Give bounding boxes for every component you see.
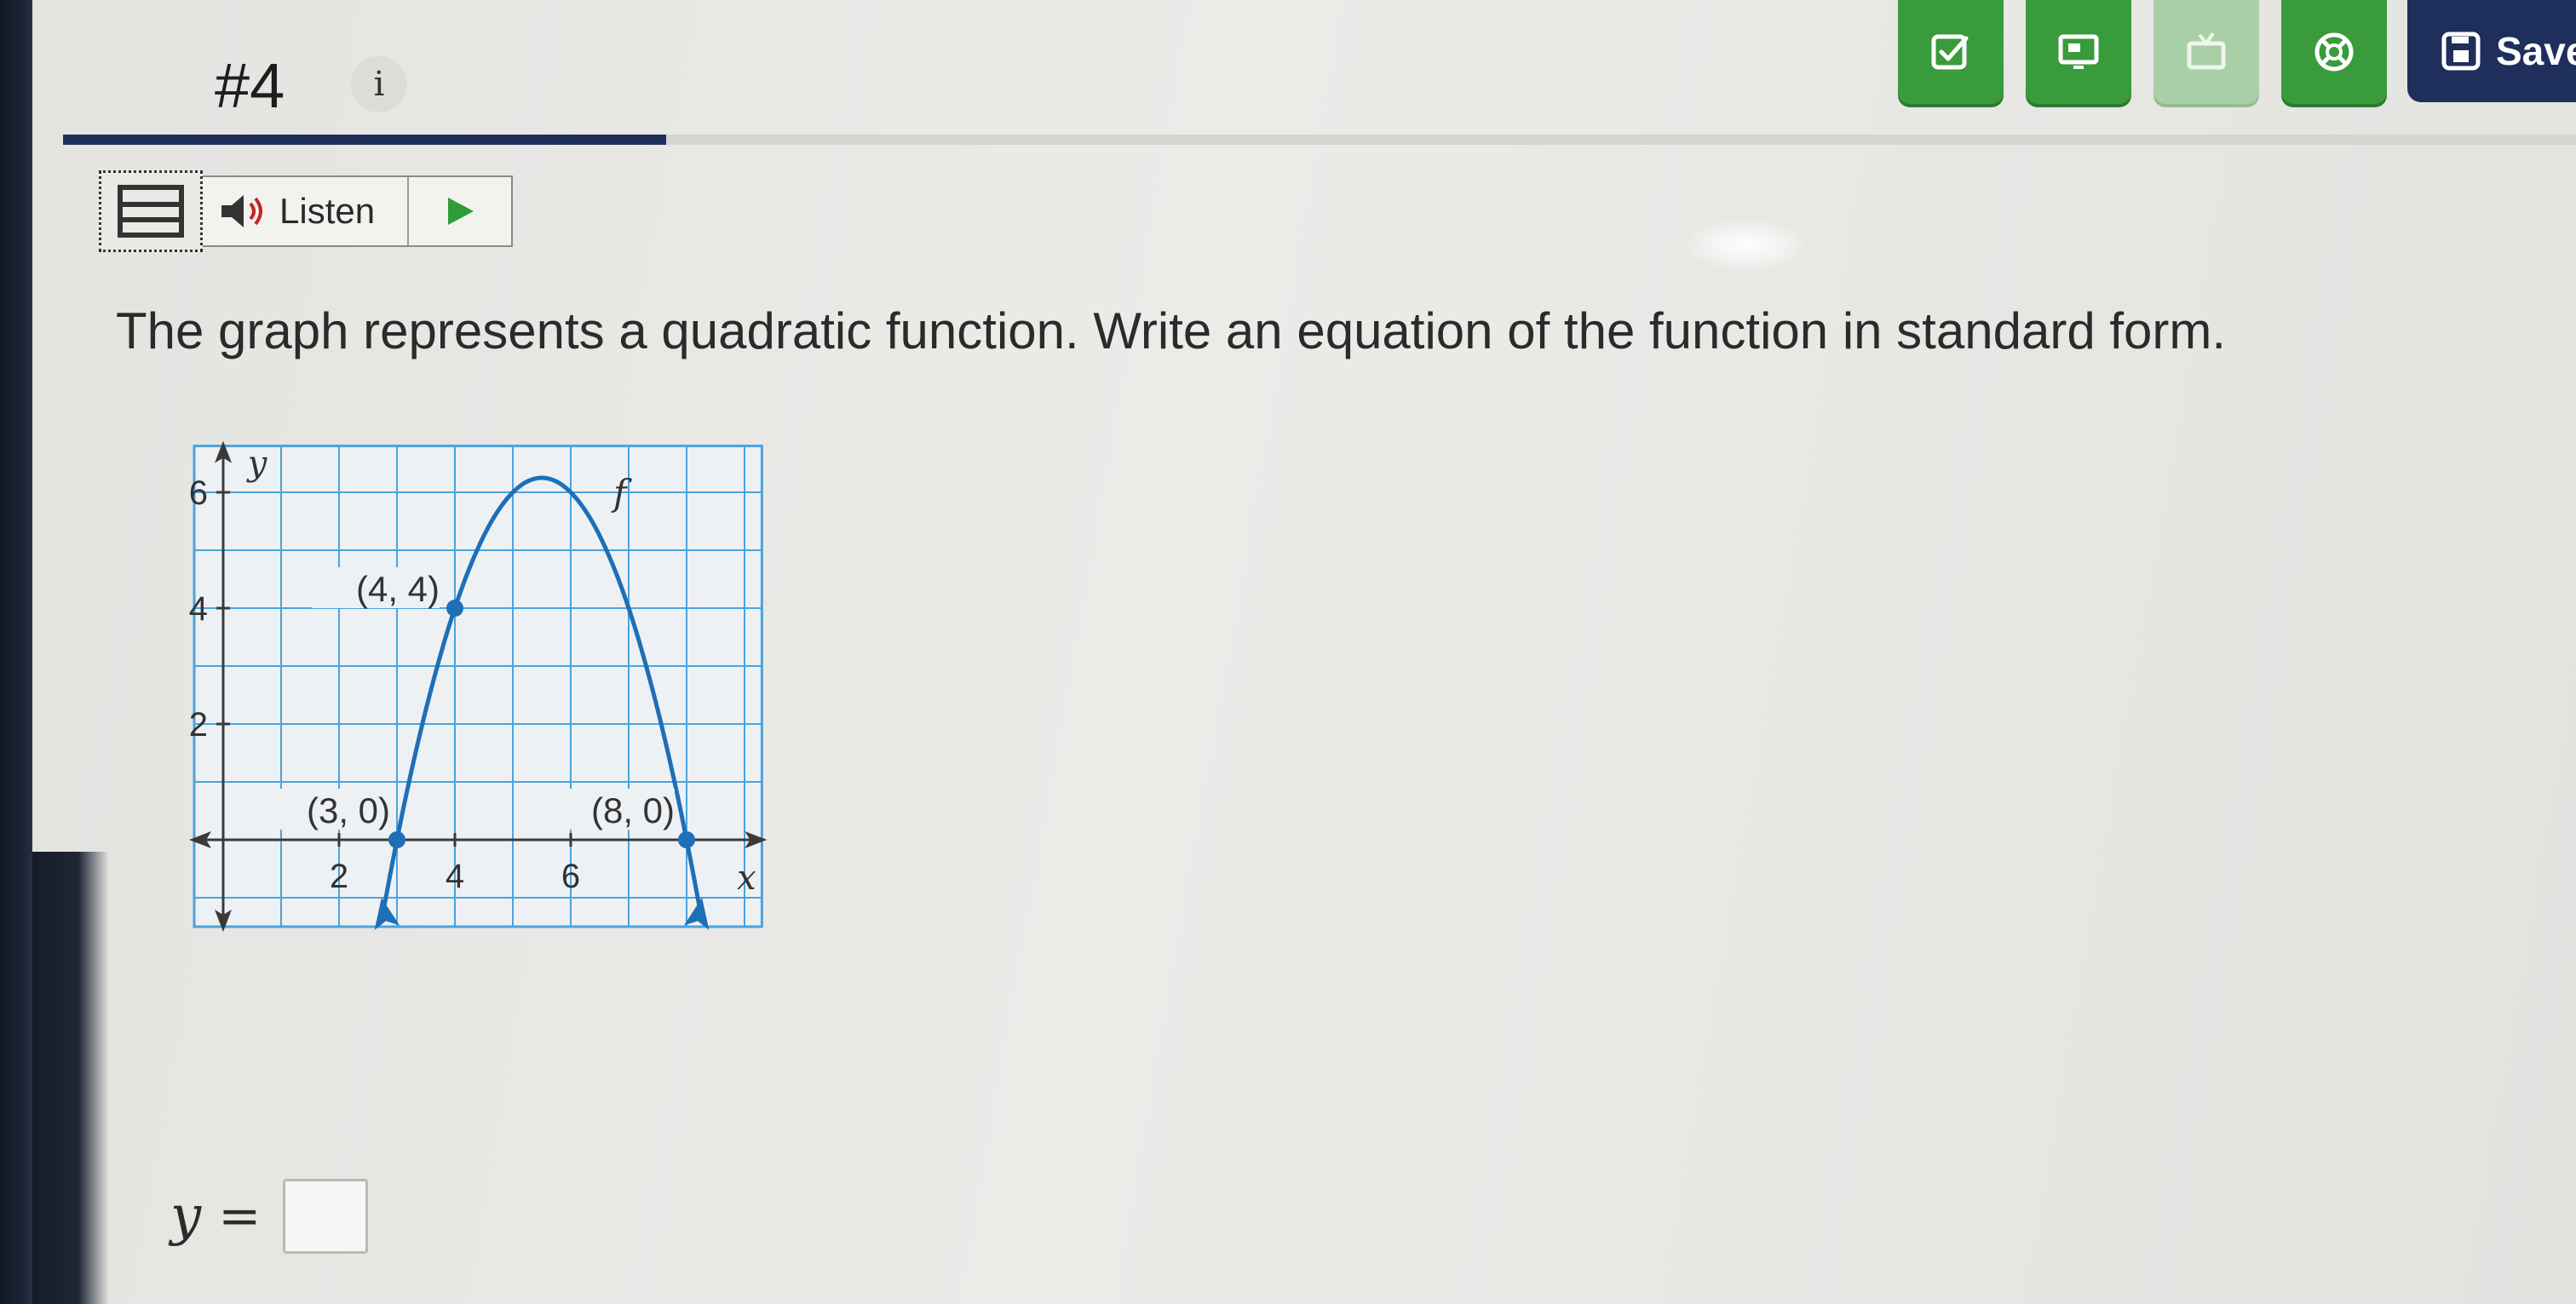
- point-label: (3, 0): [307, 790, 390, 830]
- point-marker: [678, 831, 695, 848]
- screen-glare: [1687, 220, 1806, 271]
- save-button[interactable]: Save: [2407, 0, 2576, 102]
- graph-background: [193, 445, 763, 928]
- speaker-icon: [221, 195, 262, 227]
- progress-bar: [63, 135, 2576, 145]
- y-tick-label: 2: [189, 706, 208, 744]
- check-answer-button[interactable]: [1898, 0, 2004, 104]
- toolbar-menu-icon: [118, 185, 184, 238]
- y-tick-label: 4: [189, 590, 208, 628]
- y-axis-label: y: [246, 445, 268, 484]
- listen-button[interactable]: Listen: [203, 177, 409, 245]
- save-label: Save: [2496, 29, 2576, 73]
- checkbox-icon: [1931, 34, 1969, 70]
- point-label: (4, 4): [356, 569, 440, 609]
- quadratic-graph: 2 4 6 6 4 2 x y f (4, 4) (3, 0) (8, 0): [128, 426, 768, 1022]
- x-axis-label: x: [737, 859, 756, 898]
- video-button[interactable]: [2153, 0, 2259, 104]
- listen-widget: Listen: [99, 170, 513, 252]
- progress-fill: [63, 135, 666, 145]
- left-edge-shadow-bottom: [32, 852, 109, 1304]
- point-marker: [446, 600, 463, 617]
- question-prompt: The graph represents a quadratic functio…: [116, 302, 2227, 359]
- play-icon: [448, 198, 474, 225]
- question-number: #4: [215, 50, 285, 121]
- monitor-icon: [2058, 34, 2099, 69]
- x-tick-label: 2: [330, 858, 348, 895]
- lifebuoy-icon: [2314, 32, 2354, 72]
- left-edge-shadow: [0, 0, 32, 1304]
- answer-input[interactable]: [283, 1179, 369, 1254]
- graph-svg: 2 4 6642xyf(4, 4)(3, 0) (8, 0): [189, 440, 768, 932]
- x-tick-label: 4: [446, 858, 464, 895]
- listen-label: Listen: [279, 191, 376, 231]
- info-icon[interactable]: i: [351, 56, 407, 112]
- equals-sign: =: [218, 1186, 262, 1246]
- screen: #4 i Save: [0, 0, 2576, 1304]
- toolbar-toggle-button[interactable]: [99, 170, 203, 252]
- y-tick-label: 6: [189, 474, 208, 512]
- help-button[interactable]: [2281, 0, 2387, 104]
- point-label: (8, 0): [591, 790, 675, 830]
- answer-variable: y: [170, 1185, 202, 1248]
- x-tick-label: 6: [561, 858, 580, 895]
- play-button[interactable]: [409, 177, 511, 245]
- tv-icon: [2187, 32, 2226, 70]
- answer-row: y =: [170, 1179, 369, 1254]
- floppy-disk-icon: [2441, 32, 2481, 71]
- hint-button[interactable]: [2026, 0, 2131, 104]
- point-marker: [388, 831, 405, 848]
